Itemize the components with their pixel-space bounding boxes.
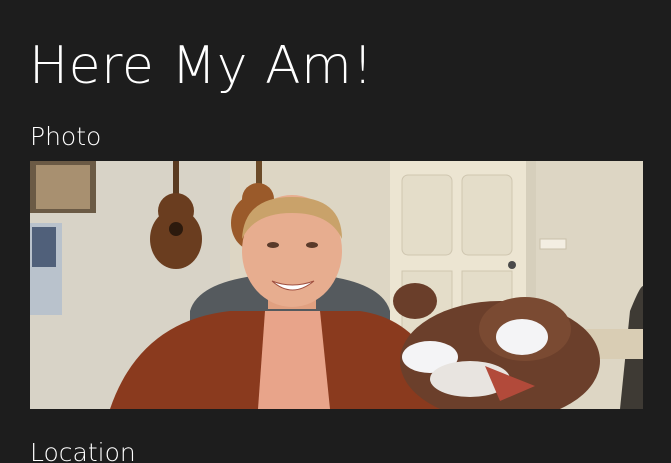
location-section-header: Location (30, 438, 136, 463)
photo-image (30, 161, 643, 409)
app-window: Here My Am! Photo Location (0, 0, 671, 463)
captured-photo[interactable] (30, 161, 643, 409)
page-title: Here My Am! (29, 36, 374, 96)
photo-section-header: Photo (30, 122, 102, 151)
